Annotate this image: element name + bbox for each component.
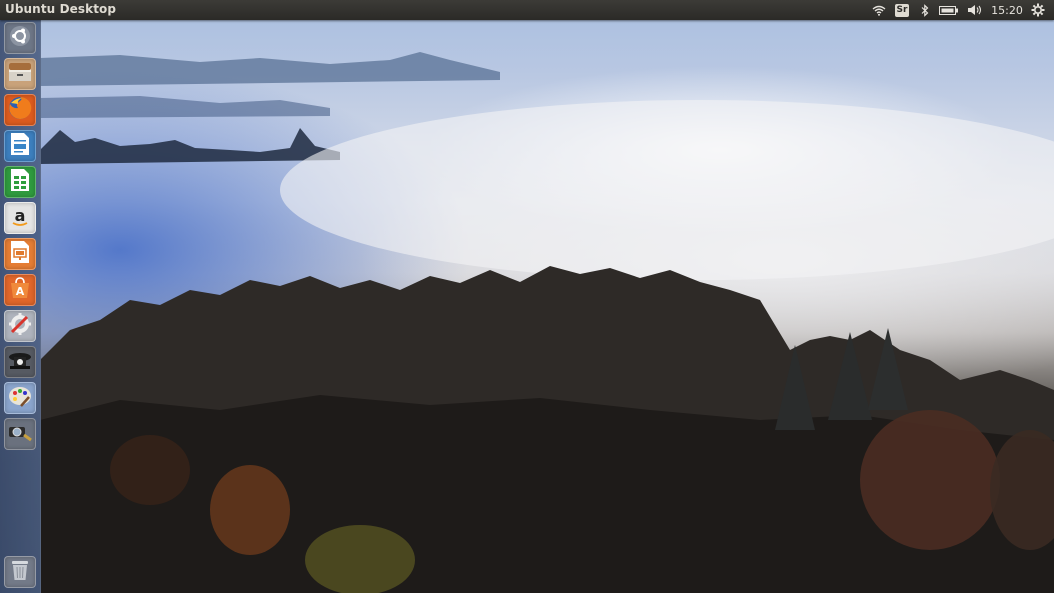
launcher-screenshot[interactable] [4,418,36,450]
ubuntu-logo-icon [9,25,31,51]
impress-presentation-icon [10,240,30,268]
launcher-impress[interactable] [4,238,36,270]
keyboard-layout-label: Sr [894,3,910,17]
calc-spreadsheet-icon [10,168,30,196]
tweak-icon [7,348,33,376]
launcher-ubuntu-software[interactable]: A [4,274,36,306]
launcher-writer[interactable] [4,130,36,162]
gear-icon[interactable] [1028,0,1048,20]
panel-title: Ubuntu Desktop [5,2,117,16]
launcher: a A [0,20,41,593]
trash-icon [10,558,30,586]
battery-icon[interactable] [936,0,962,20]
firefox-icon [7,95,33,125]
svg-text:A: A [16,285,25,298]
clock-indicator[interactable]: 15:20 [990,0,1024,20]
launcher-calc[interactable] [4,166,36,198]
launcher-amazon[interactable]: a [4,202,36,234]
software-center-icon: A [8,276,32,304]
launcher-unity-tweak[interactable] [4,346,36,378]
paint-palette-icon [7,384,33,412]
writer-document-icon [10,132,30,160]
launcher-system-settings[interactable] [4,310,36,342]
amazon-icon: a [8,204,32,232]
launcher-trash[interactable] [4,556,36,588]
svg-text:a: a [15,206,26,225]
wifi-icon[interactable] [868,0,890,20]
keyboard-layout-indicator[interactable]: Sr [892,0,912,20]
launcher-files[interactable] [4,58,36,90]
indicator-area: Sr 15:20 [868,0,1048,20]
desktop-wallpaper [0,0,1054,593]
magnifier-tool-icon [7,421,33,447]
launcher-dash-home[interactable] [4,22,36,54]
file-cabinet-icon [8,61,32,87]
volume-icon[interactable] [964,0,986,20]
foggy-forest-landscape [40,52,1054,593]
launcher-firefox[interactable] [4,94,36,126]
settings-tools-icon [7,311,33,341]
bluetooth-icon[interactable] [916,0,934,20]
top-panel: Ubuntu Desktop Sr 15:20 [0,0,1054,20]
launcher-appearance[interactable] [4,382,36,414]
